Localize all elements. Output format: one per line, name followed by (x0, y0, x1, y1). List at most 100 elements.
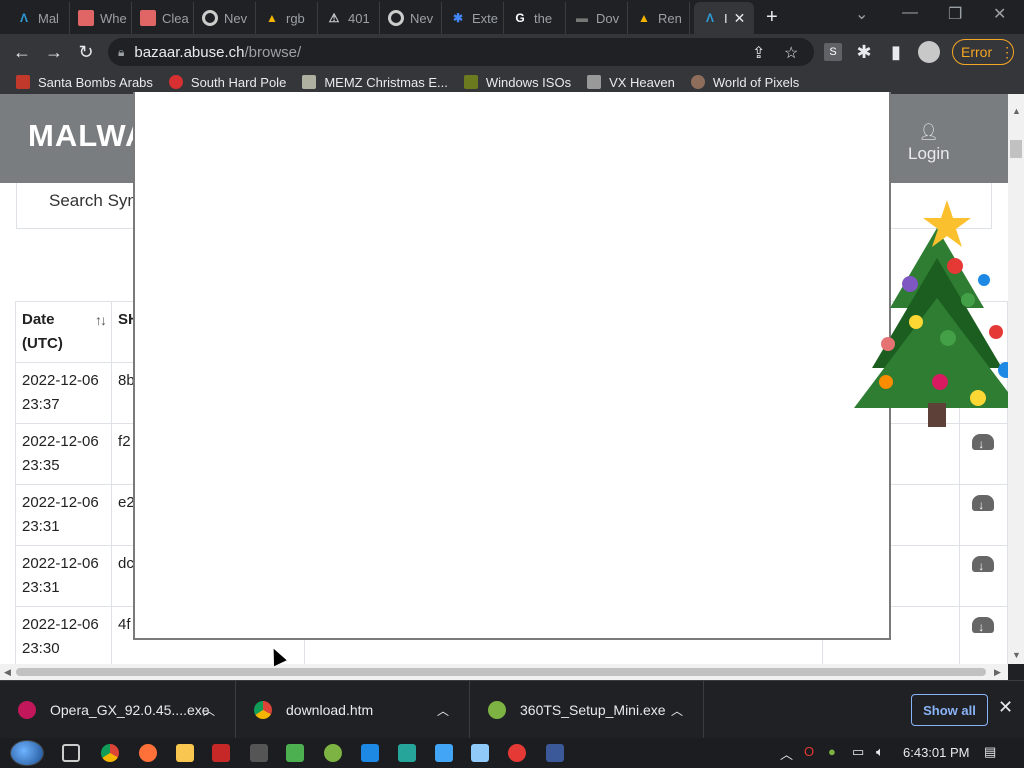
bookmark-star-icon[interactable]: ☆ (784, 43, 798, 63)
back-button[interactable]: ← (10, 40, 34, 64)
tab-3[interactable]: Clea (132, 2, 194, 34)
address-bar[interactable]: 🔒︎ bazaar.abuse.ch/browse/ ⇪ ☆ (108, 38, 814, 66)
scroll-up-icon[interactable]: ▲ (1012, 106, 1021, 116)
opera-tray-icon[interactable]: O (804, 744, 814, 759)
tab-9[interactable]: Gthe (504, 2, 566, 34)
bookmark-3[interactable]: MEMZ Christmas E... (302, 75, 448, 90)
start-button[interactable] (10, 740, 44, 766)
error-button[interactable]: Error ⋮ (952, 39, 1014, 65)
minimize-button[interactable]: — (902, 4, 918, 22)
task-view-icon[interactable] (62, 744, 80, 762)
facebook-icon[interactable] (546, 744, 564, 762)
warning-icon: ⚠ (328, 11, 340, 25)
horizontal-scroll-thumb[interactable] (16, 668, 986, 676)
drive-icon: ▲ (638, 11, 650, 25)
tab-6[interactable]: ⚠ 401 (318, 2, 380, 34)
cloud-download-icon[interactable] (972, 554, 995, 578)
app-icon[interactable] (398, 744, 416, 762)
reload-button[interactable]: ↻ (74, 40, 98, 64)
car-icon: ▬ (576, 11, 588, 25)
extensions-puzzle-icon[interactable]: ✱ (852, 40, 876, 64)
scroll-right-icon[interactable]: ▶ (994, 667, 1001, 678)
scroll-left-icon[interactable]: ◀ (4, 667, 11, 678)
side-panel-icon[interactable]: ▮ (884, 40, 908, 64)
download-item-3[interactable]: 360TS_Setup_Mini.exe ︿ (470, 681, 704, 739)
network-icon[interactable]: ▭ (852, 744, 864, 760)
vertical-scrollbar[interactable]: ▲ ▼ (1008, 94, 1024, 664)
close-window-button[interactable]: ✕ (993, 4, 1006, 24)
volume-icon[interactable]: 🔈︎ (876, 744, 884, 760)
bookmark-favicon-icon (690, 75, 705, 89)
tab-active[interactable]: Λ I ✕ (694, 2, 754, 34)
cloud-download-icon[interactable] (972, 615, 995, 639)
new-tab-button[interactable]: + (766, 6, 778, 29)
app-icon[interactable] (435, 744, 453, 762)
download-item-2[interactable]: download.htm ︿ (236, 681, 470, 739)
bookmark-favicon-icon (463, 75, 478, 89)
app-icon[interactable] (286, 744, 304, 762)
scroll-down-icon[interactable]: ▼ (1012, 650, 1021, 660)
tray-expand-icon[interactable]: ︿ (780, 744, 793, 763)
360-security-icon[interactable] (324, 744, 342, 762)
7zip-icon[interactable] (250, 744, 268, 762)
cloud-download-icon[interactable] (972, 432, 995, 456)
profile-avatar[interactable] (918, 41, 940, 63)
url-host: bazaar.abuse.ch (134, 43, 245, 61)
login-link[interactable]: 👤︎ Login (908, 122, 950, 164)
site-logo[interactable]: MALWA (28, 118, 148, 154)
column-header-date[interactable]: ↑↓ Date (UTC) (14, 301, 113, 363)
tab-2[interactable]: Whe (70, 2, 132, 34)
close-tab-icon[interactable]: ✕ (734, 10, 746, 27)
opera-gx-icon (18, 701, 36, 719)
download-cell (959, 545, 1008, 607)
360-tray-icon[interactable]: ● (828, 744, 836, 759)
bookmark-2[interactable]: South Hard Pole (168, 75, 286, 90)
tab-8[interactable]: ✱ Exte (442, 2, 504, 34)
bookmark-1[interactable]: Santa Bombs Arabs (16, 75, 153, 90)
notifications-icon[interactable]: ▤ (984, 744, 996, 760)
360-security-icon (488, 701, 506, 719)
tab-1[interactable]: Λ Mal (8, 2, 70, 34)
blank-popup-window[interactable] (133, 92, 891, 640)
menu-icon: ⋮ (1000, 43, 1015, 60)
shield-icon[interactable] (361, 744, 379, 762)
close-icon[interactable]: ✕ (998, 697, 1013, 718)
tab-10[interactable]: ▬ Dov (566, 2, 628, 34)
sort-icon[interactable]: ↑↓ (95, 308, 107, 332)
chevron-up-icon[interactable]: ︿ (203, 702, 215, 719)
forward-button[interactable]: → (42, 40, 66, 64)
vertical-scroll-thumb[interactable] (1010, 140, 1022, 158)
cloud-download-icon[interactable] (972, 493, 995, 517)
bookmark-6[interactable]: World of Pixels (690, 75, 799, 90)
drive-icon: ▲ (266, 11, 278, 25)
opera-gx-icon[interactable] (508, 744, 526, 762)
file-explorer-icon[interactable] (176, 744, 194, 762)
bookmark-favicon-icon (302, 75, 317, 89)
chrome-icon[interactable] (101, 744, 119, 762)
download-cell (959, 484, 1008, 546)
tab-4[interactable]: Nev (194, 2, 256, 34)
clock[interactable]: 6:43:01 PM (903, 745, 970, 760)
downloads-shelf: Opera_GX_92.0.45....exe ︿ download.htm ︿… (0, 680, 1024, 739)
app-icon[interactable] (212, 744, 230, 762)
download-item-1[interactable]: Opera_GX_92.0.45....exe ︿ (0, 681, 236, 739)
chevron-up-icon[interactable]: ︿ (671, 702, 683, 719)
bookmark-4[interactable]: Windows ISOs (463, 75, 571, 90)
show-all-button[interactable]: Show all (911, 694, 988, 726)
firefox-icon[interactable] (139, 744, 157, 762)
anyrun-icon: Λ (19, 11, 28, 25)
share-icon[interactable]: ⇪ (752, 43, 765, 63)
bookmark-favicon-icon (587, 75, 602, 89)
tab-11[interactable]: ▲ Ren (628, 2, 690, 34)
tab-search-icon[interactable]: ⌄ (855, 4, 868, 24)
extension-icon[interactable]: S (824, 43, 842, 61)
tab-7[interactable]: Nev (380, 2, 442, 34)
app-icon[interactable] (471, 744, 489, 762)
horizontal-scrollbar[interactable]: ◀ ▶ (0, 664, 1008, 680)
tab-strip: Λ Mal Whe Clea Nev ▲ rgb ⚠ 401 Nev ✱ Exte Gt… (0, 0, 1024, 34)
date-cell: 2022-12-06 23:31 (14, 484, 113, 546)
tab-5[interactable]: ▲ rgb (256, 2, 318, 34)
restore-button[interactable]: ❐ (948, 4, 962, 24)
chevron-up-icon[interactable]: ︿ (437, 702, 449, 719)
bookmark-5[interactable]: VX Heaven (587, 75, 675, 90)
